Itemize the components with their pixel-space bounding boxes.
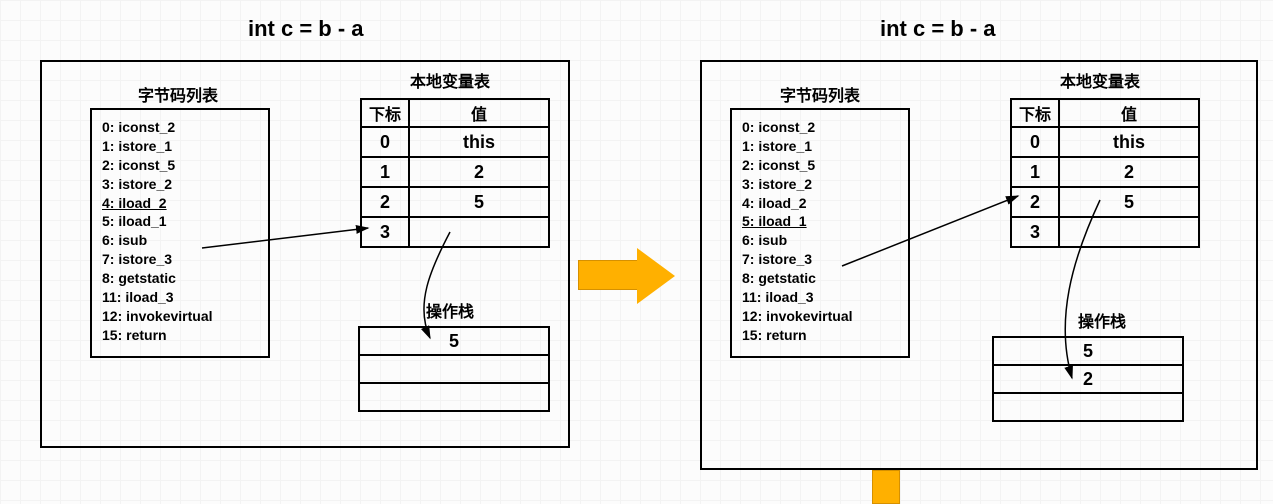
var-val-cell <box>409 217 549 247</box>
table-row: 3 <box>361 217 549 247</box>
bytecode-line: 7: istore_3 <box>102 250 258 269</box>
left-opstack-table: 5 <box>358 326 550 412</box>
left-opstack-label: 操作栈 <box>410 298 490 322</box>
var-val-cell: 2 <box>409 157 549 187</box>
bytecode-line: 5: iload_1 <box>742 212 898 231</box>
bytecode-line: 12: invokevirtual <box>102 307 258 326</box>
right-opstack-label: 操作栈 <box>1062 308 1142 332</box>
bytecode-line: 15: return <box>742 326 898 345</box>
right-opstack-table: 52 <box>992 336 1184 422</box>
table-row: 12 <box>1011 157 1199 187</box>
bytecode-line: 2: iconst_5 <box>102 156 258 175</box>
table-row: 3 <box>1011 217 1199 247</box>
stack-cell: 2 <box>993 365 1183 393</box>
table-header-row: 下标 值 <box>361 99 549 127</box>
stack-row <box>359 355 549 383</box>
right-bytecode-label: 字节码列表 <box>760 82 880 106</box>
header-val: 值 <box>409 99 549 127</box>
bytecode-line: 4: iload_2 <box>742 194 898 213</box>
var-idx-cell: 0 <box>361 127 409 157</box>
var-idx-cell: 2 <box>1011 187 1059 217</box>
var-idx-cell: 1 <box>361 157 409 187</box>
header-val: 值 <box>1059 99 1199 127</box>
right-title: int c = b - a <box>880 16 996 42</box>
left-bytecode-label: 字节码列表 <box>118 82 238 106</box>
bytecode-line: 11: iload_3 <box>102 288 258 307</box>
table-row: 25 <box>361 187 549 217</box>
stack-cell: 5 <box>993 337 1183 365</box>
var-idx-cell: 3 <box>1011 217 1059 247</box>
bytecode-line: 0: iconst_2 <box>102 118 258 137</box>
bytecode-line: 6: isub <box>742 231 898 250</box>
table-row: 25 <box>1011 187 1199 217</box>
var-idx-cell: 3 <box>361 217 409 247</box>
table-row: 0this <box>1011 127 1199 157</box>
var-val-cell: 5 <box>409 187 549 217</box>
bytecode-line: 1: istore_1 <box>742 137 898 156</box>
stack-cell <box>993 393 1183 421</box>
right-localvar-table: 下标 值 0this12253 <box>1010 98 1200 248</box>
var-val-cell: 2 <box>1059 157 1199 187</box>
bytecode-line: 0: iconst_2 <box>742 118 898 137</box>
table-header-row: 下标 值 <box>1011 99 1199 127</box>
bytecode-line: 5: iload_1 <box>102 212 258 231</box>
var-val-cell: this <box>1059 127 1199 157</box>
bytecode-line: 3: istore_2 <box>742 175 898 194</box>
stack-row: 5 <box>993 337 1183 365</box>
stack-row: 5 <box>359 327 549 355</box>
var-val-cell: 5 <box>1059 187 1199 217</box>
header-idx: 下标 <box>1011 99 1059 127</box>
var-val-cell <box>1059 217 1199 247</box>
continuation-stub-icon <box>872 470 900 504</box>
right-bytecode-box: 0: iconst_21: istore_12: iconst_53: isto… <box>730 108 910 358</box>
stack-cell <box>359 383 549 411</box>
table-row: 12 <box>361 157 549 187</box>
stack-row <box>993 393 1183 421</box>
bytecode-line: 11: iload_3 <box>742 288 898 307</box>
var-idx-cell: 1 <box>1011 157 1059 187</box>
stack-cell <box>359 355 549 383</box>
stack-row: 2 <box>993 365 1183 393</box>
left-localvar-label: 本地变量表 <box>390 68 510 92</box>
left-bytecode-box: 0: iconst_21: istore_12: iconst_53: isto… <box>90 108 270 358</box>
bytecode-line: 4: iload_2 <box>102 194 258 213</box>
stack-cell: 5 <box>359 327 549 355</box>
stack-row <box>359 383 549 411</box>
bytecode-line: 15: return <box>102 326 258 345</box>
var-idx-cell: 0 <box>1011 127 1059 157</box>
bytecode-line: 2: iconst_5 <box>742 156 898 175</box>
var-idx-cell: 2 <box>361 187 409 217</box>
bytecode-line: 6: isub <box>102 231 258 250</box>
bytecode-line: 7: istore_3 <box>742 250 898 269</box>
header-idx: 下标 <box>361 99 409 127</box>
bytecode-line: 12: invokevirtual <box>742 307 898 326</box>
var-val-cell: this <box>409 127 549 157</box>
table-row: 0this <box>361 127 549 157</box>
bytecode-line: 1: istore_1 <box>102 137 258 156</box>
left-localvar-table: 下标 值 0this12253 <box>360 98 550 248</box>
right-localvar-label: 本地变量表 <box>1040 68 1160 92</box>
bytecode-line: 8: getstatic <box>102 269 258 288</box>
left-title: int c = b - a <box>248 16 364 42</box>
bytecode-line: 8: getstatic <box>742 269 898 288</box>
bytecode-line: 3: istore_2 <box>102 175 258 194</box>
